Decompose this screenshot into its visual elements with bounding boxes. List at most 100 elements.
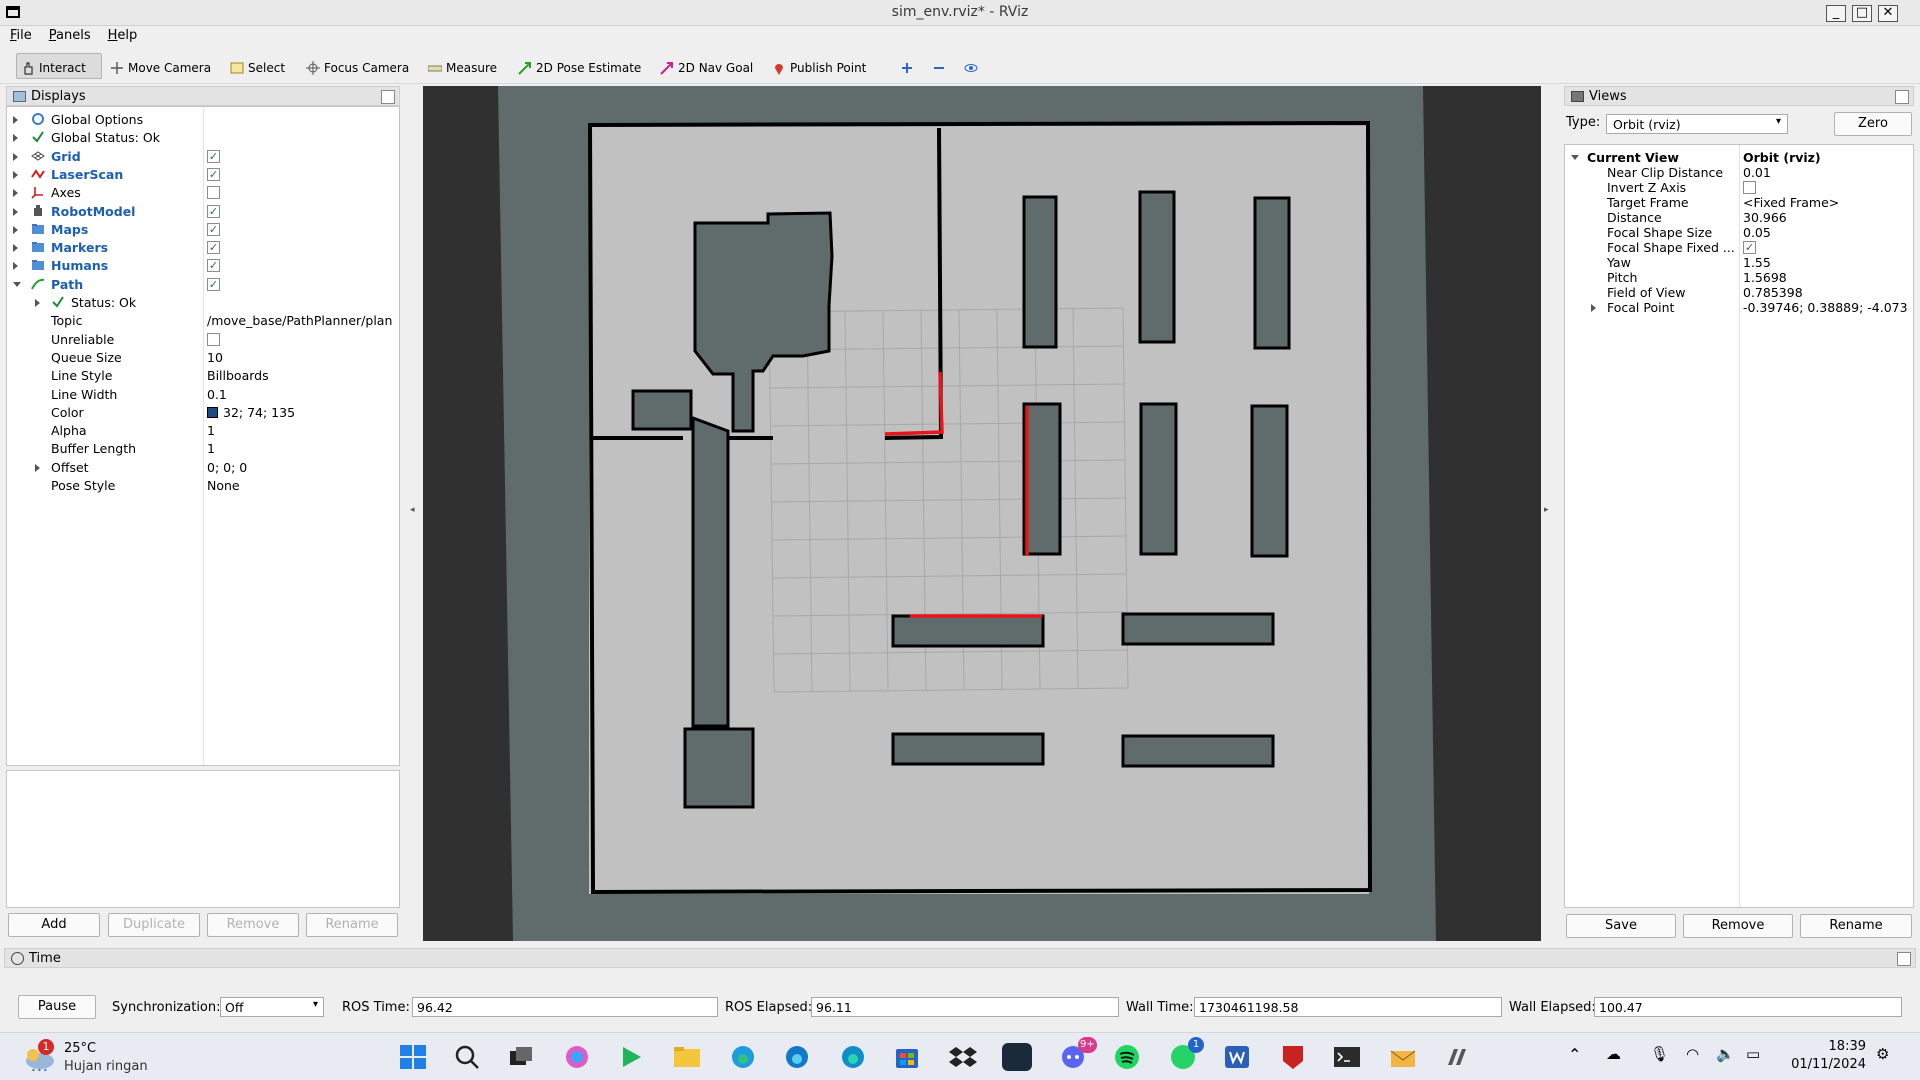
path-prop-topic[interactable]: Topic/move_base/PathPlanner/plan — [7, 312, 399, 330]
path-prop-line-width[interactable]: Line Width 0.1 — [7, 386, 399, 404]
expand-down-icon[interactable] — [13, 281, 21, 287]
display-enable-checkbox[interactable]: ✓ — [207, 149, 220, 163]
expand-right-icon[interactable] — [35, 463, 40, 472]
expand-right-icon[interactable] — [13, 189, 18, 198]
path-prop-pose-style[interactable]: Pose Style None — [7, 477, 399, 495]
tool-publish-point[interactable]: Publish Point — [768, 53, 870, 79]
display-enable-checkbox[interactable]: ✓ — [207, 204, 220, 218]
path-prop-queue-size[interactable]: Queue Size 10 — [7, 349, 399, 367]
rename-display-button[interactable]: Rename — [306, 913, 398, 937]
display-item-axes[interactable]: Axes — [7, 184, 399, 202]
wall-elapsed-field[interactable]: 100.47 — [1594, 997, 1902, 1017]
left-splitter-handle[interactable]: ◂ — [410, 505, 415, 515]
tool-measure[interactable]: Measure — [424, 53, 501, 79]
views-float-button[interactable] — [1895, 90, 1909, 104]
expand-right-icon[interactable] — [1591, 304, 1596, 312]
mail-icon[interactable] — [1388, 1043, 1418, 1071]
expand-right-icon[interactable] — [13, 170, 18, 179]
expand-right-icon[interactable] — [13, 244, 18, 253]
close-button[interactable]: ✕ — [1878, 5, 1898, 22]
sync-select[interactable]: Off ▾ — [220, 997, 324, 1017]
pause-button[interactable]: Pause — [18, 995, 96, 1019]
display-item-global-options[interactable]: Global Options — [7, 111, 399, 129]
display-item-humans[interactable]: Humans ✓ — [7, 257, 399, 275]
path-prop-unreliable[interactable]: Unreliable — [7, 331, 399, 349]
view-type-select[interactable]: Orbit (rviz) ▾ — [1606, 114, 1788, 134]
display-enable-checkbox[interactable]: ✓ — [207, 167, 220, 181]
color-swatch[interactable] — [207, 406, 218, 418]
discord-icon[interactable]: 9+ — [1058, 1037, 1097, 1071]
path-prop-line-style[interactable]: Line Style Billboards — [7, 367, 399, 385]
display-enable-checkbox[interactable]: ✓ — [207, 277, 220, 291]
add-display-button[interactable]: Add — [8, 913, 100, 937]
expand-right-icon[interactable] — [13, 152, 18, 161]
render-viewport[interactable] — [423, 86, 1541, 941]
menu-panels[interactable]: Panels — [39, 26, 98, 43]
remove-view-button[interactable]: Remove — [1683, 914, 1793, 938]
chevron-up-icon[interactable]: ⌃ — [1568, 1045, 1581, 1064]
expand-right-icon[interactable] — [13, 225, 18, 234]
display-item-path[interactable]: Path ✓ — [7, 276, 399, 294]
tool-interact[interactable]: Interact — [16, 53, 102, 79]
tool-visibility-button[interactable] — [960, 53, 982, 79]
remove-display-button[interactable]: Remove — [207, 913, 299, 937]
unreliable-checkbox[interactable] — [207, 332, 220, 346]
wall-time-field[interactable]: 1730461198.58 — [1194, 997, 1502, 1017]
display-item-grid[interactable]: Grid ✓ — [7, 148, 399, 166]
edge-icon[interactable] — [728, 1043, 758, 1071]
game-app-icon[interactable] — [1002, 1043, 1032, 1071]
path-prop-alpha[interactable]: Alpha 1 — [7, 422, 399, 440]
expand-right-icon[interactable] — [13, 262, 18, 271]
word-icon[interactable] — [1222, 1043, 1252, 1071]
zero-view-button[interactable]: Zero — [1834, 112, 1912, 136]
whatsapp-icon[interactable]: 1 — [1168, 1037, 1204, 1071]
ros-elapsed-field[interactable]: 96.11 — [811, 997, 1119, 1017]
path-prop-status-ok[interactable]: Status: Ok — [7, 294, 399, 312]
display-enable-checkbox[interactable]: ✓ — [207, 222, 220, 236]
save-view-button[interactable]: Save — [1566, 914, 1676, 938]
menu-file[interactable]: File — [0, 26, 39, 43]
edge-dev-icon[interactable] — [838, 1043, 868, 1071]
app-shield-icon[interactable] — [1278, 1043, 1308, 1071]
invert-z-checkbox[interactable] — [1743, 181, 1756, 194]
terminal-icon[interactable] — [1332, 1043, 1362, 1071]
tool-select[interactable]: Select — [226, 53, 289, 79]
rename-view-button[interactable]: Rename — [1800, 914, 1912, 938]
add-tool-button[interactable] — [896, 53, 918, 79]
tool-move-camera[interactable]: Move Camera — [106, 53, 215, 79]
view-prop-focal-point[interactable]: Focal Point -0.39746; 0.38889; -4.073 — [1565, 299, 1913, 317]
expand-right-icon[interactable] — [35, 299, 40, 307]
battery-icon[interactable]: ▭ — [1746, 1045, 1760, 1063]
expand-right-icon[interactable] — [13, 116, 18, 124]
clock-time[interactable]: 18:39 — [1800, 1039, 1866, 1054]
display-enable-checkbox[interactable]: ✓ — [207, 241, 220, 255]
edge-beta-icon[interactable] — [782, 1043, 812, 1071]
duplicate-display-button[interactable]: Duplicate — [108, 913, 200, 937]
minimize-button[interactable]: _ — [1826, 5, 1846, 22]
display-enable-checkbox[interactable] — [207, 186, 220, 200]
path-prop-offset[interactable]: Offset 0; 0; 0 — [7, 459, 399, 477]
spotify-icon[interactable] — [1112, 1043, 1142, 1071]
display-item-robotmodel[interactable]: RobotModel ✓ — [7, 203, 399, 221]
copilot-icon[interactable] — [562, 1043, 592, 1071]
microphone-icon[interactable]: 🎙 — [1650, 1045, 1669, 1063]
ros-time-field[interactable]: 96.42 — [412, 997, 718, 1017]
maximize-button[interactable]: □ — [1852, 5, 1872, 22]
expand-right-icon[interactable] — [13, 207, 18, 216]
path-prop-buffer-length[interactable]: Buffer Length 1 — [7, 440, 399, 458]
menu-help[interactable]: Help — [98, 26, 145, 43]
onedrive-icon[interactable]: ☁ — [1606, 1045, 1621, 1063]
file-explorer-icon[interactable] — [672, 1043, 702, 1071]
tool-2d-pose-estimate[interactable]: 2D Pose Estimate — [514, 53, 645, 79]
dropbox-icon[interactable] — [948, 1043, 978, 1071]
focus-icon[interactable]: ⚙ — [1876, 1045, 1889, 1063]
display-item-markers[interactable]: Markers ✓ — [7, 239, 399, 257]
search-icon[interactable] — [452, 1043, 482, 1071]
right-splitter-handle[interactable]: ▸ — [1544, 505, 1549, 515]
focal-shape-fixed-checkbox[interactable]: ✓ — [1743, 241, 1756, 254]
remove-tool-button[interactable] — [928, 53, 950, 79]
tool-2d-nav-goal[interactable]: 2D Nav Goal — [656, 53, 757, 79]
ms-store-icon[interactable] — [892, 1043, 922, 1071]
task-view-icon[interactable] — [506, 1043, 536, 1071]
map-canvas[interactable] — [423, 86, 1541, 941]
